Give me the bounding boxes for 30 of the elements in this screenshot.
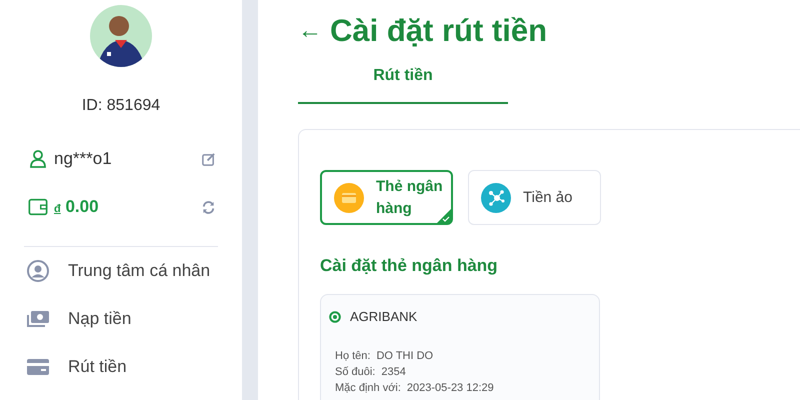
card-icon [334, 182, 364, 212]
menu-item[interactable]: Nạp tiền [26, 295, 218, 343]
method-option[interactable]: Tiền ảo [468, 170, 601, 225]
field-value: DO THI DO [376, 349, 434, 364]
check-icon [437, 209, 451, 223]
network-icon [481, 182, 511, 212]
user-id: ID: 851694 [80, 97, 162, 115]
balance-amount: 0.00 [65, 197, 99, 216]
bank-name: AGRIBANK [350, 309, 418, 324]
field-value: 2023-05-23 12:29 [406, 381, 494, 396]
username: ng***o1 [54, 149, 113, 169]
page-title: Cài đặt rút tiền [330, 13, 548, 49]
refresh-icon[interactable] [201, 200, 216, 214]
bank-card[interactable]: AGRIBANK Họ tên: DO THI DO Số đuôi: 2354 Mặc định với: 2023-05-23 12:29 [320, 294, 600, 400]
field-value: 2354 [381, 365, 406, 380]
radio-icon [329, 310, 341, 322]
edit-icon[interactable] [201, 152, 216, 166]
user-icon [28, 149, 48, 169]
field-label: Số đuôi: [335, 365, 376, 380]
profile-icon [26, 259, 50, 283]
tab[interactable]: Rút tiền [298, 59, 508, 104]
back-button[interactable]: ← [298, 17, 322, 45]
menu-item[interactable]: Trung tâm cá nhân [26, 247, 218, 295]
wallet-icon [28, 197, 48, 217]
field-label: Mặc định với: [335, 381, 401, 396]
currency-symbol: đ [54, 203, 61, 215]
method-option[interactable]: Thẻ ngân hàng [320, 170, 453, 225]
field-label: Họ tên: [335, 349, 370, 364]
section-title: Cài đặt thẻ ngân hàng [320, 256, 499, 276]
menu-item[interactable]: Rút tiền [26, 343, 218, 391]
